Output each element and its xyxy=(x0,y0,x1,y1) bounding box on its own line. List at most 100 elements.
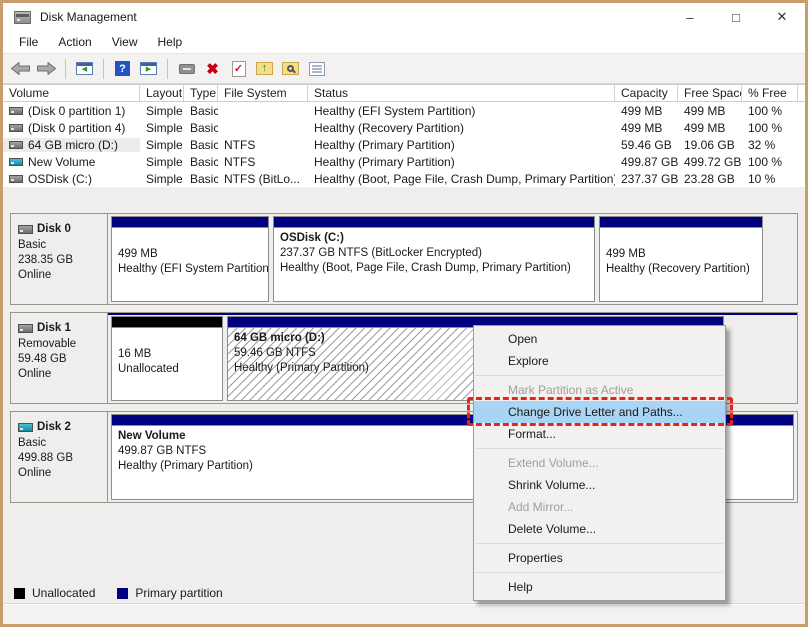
volume-file-system: NTFS (BitLo... xyxy=(224,171,301,186)
volume-capacity: 499 MB xyxy=(621,120,663,135)
column-header-type[interactable]: Type xyxy=(184,85,218,101)
partition-size: 499 MB xyxy=(118,248,158,260)
delete-cross-icon[interactable]: ✖ xyxy=(202,58,223,79)
volume-layout: Simple xyxy=(146,103,183,118)
menu-action[interactable]: Action xyxy=(48,33,101,51)
table-row-new-volume[interactable]: New Volume Simple Basic NTFS Healthy (Pr… xyxy=(3,153,805,170)
partition-osdisk-c[interactable]: OSDisk (C:) 237.37 GB NTFS (BitLocker En… xyxy=(273,216,595,302)
document-check-icon[interactable]: ✓ xyxy=(228,58,249,79)
volume-layout: Simple xyxy=(146,171,183,186)
column-header-layout[interactable]: Layout xyxy=(140,85,184,101)
menu-item-open[interactable]: Open xyxy=(474,328,725,350)
menu-help[interactable]: Help xyxy=(148,33,193,51)
title-bar: Disk Management – □ ✕ xyxy=(3,3,805,31)
table-row-disk0-partition4[interactable]: (Disk 0 partition 4) Simple Basic Health… xyxy=(3,119,805,136)
volume-status: Healthy (Primary Partition) xyxy=(314,137,455,152)
volume-name: (Disk 0 partition 1) xyxy=(28,103,126,118)
disk-2-label[interactable]: Disk 2 Basic 499.88 GB Online xyxy=(11,412,108,502)
folder-up-icon[interactable]: ↑ xyxy=(254,58,275,79)
table-row-64gb-micro[interactable]: 64 GB micro (D:) Simple Basic NTFS Healt… xyxy=(3,136,805,153)
menu-separator xyxy=(476,543,723,544)
column-header-capacity[interactable]: Capacity xyxy=(615,85,678,101)
partition-size: 499 MB xyxy=(606,248,646,260)
callout-icon[interactable] xyxy=(176,58,197,79)
forward-arrow-icon[interactable] xyxy=(36,58,57,79)
column-header-volume[interactable]: Volume xyxy=(3,85,140,101)
column-header-pct-free[interactable]: % Free xyxy=(742,85,798,101)
partition-recovery[interactable]: 499 MB Healthy (Recovery Partition) xyxy=(599,216,763,302)
menu-item-add-mirror: Add Mirror... xyxy=(508,500,574,514)
disk-size: 238.35 GB xyxy=(18,254,73,266)
close-button[interactable]: ✕ xyxy=(759,3,805,31)
column-header-free-space[interactable]: Free Space xyxy=(678,85,742,101)
table-row-disk0-partition1[interactable]: (Disk 0 partition 1) Simple Basic Health… xyxy=(3,102,805,119)
volume-icon xyxy=(9,106,23,115)
menu-item-label: Change Drive Letter and Paths... xyxy=(508,405,683,419)
window-controls: – □ ✕ xyxy=(667,3,805,31)
menu-item-mark-partition-active: Mark Partition as Active xyxy=(508,383,634,397)
disk-size: 59.48 GB xyxy=(18,353,67,365)
disk-icon xyxy=(18,225,33,234)
partition-status: Healthy (EFI System Partition) xyxy=(118,263,268,275)
menu-view[interactable]: View xyxy=(102,33,148,51)
partition-status: Unallocated xyxy=(118,363,179,375)
checklist-icon[interactable] xyxy=(306,58,327,79)
unallocated-swatch xyxy=(14,587,25,599)
status-bar xyxy=(3,604,805,624)
volume-name: OSDisk (C:) xyxy=(28,171,92,186)
column-header-file-system[interactable]: File System xyxy=(218,85,308,101)
disk-1-label[interactable]: Disk 1 Removable 59.48 GB Online xyxy=(11,313,108,403)
menu-item-help[interactable]: Help xyxy=(474,576,725,598)
legend-label: Primary partition xyxy=(135,586,223,600)
menu-item-change-drive-letter[interactable]: Change Drive Letter and Paths... xyxy=(467,397,733,426)
disk-0-label[interactable]: Disk 0 Basic 238.35 GB Online xyxy=(11,214,108,304)
menu-item-format[interactable]: Format... xyxy=(474,423,725,445)
volume-type: Basic xyxy=(190,103,218,118)
partition-status: Healthy (Recovery Partition) xyxy=(606,263,750,275)
volume-name: New Volume xyxy=(28,154,96,169)
partition-unallocated-16mb[interactable]: 16 MB Unallocated xyxy=(111,316,223,401)
console-window-icon[interactable]: ◀ xyxy=(74,58,95,79)
disk-state: Online xyxy=(18,368,52,380)
unallocated-band xyxy=(112,317,222,328)
menu-item-explore[interactable]: Explore xyxy=(474,350,725,372)
volume-name: (Disk 0 partition 4) xyxy=(28,120,126,135)
partition-efi-system[interactable]: 499 MB Healthy (EFI System Partition) xyxy=(111,216,269,302)
volume-table: Volume Layout Type File System Status Ca… xyxy=(3,84,805,187)
maximize-button[interactable]: □ xyxy=(713,3,759,31)
window-title: Disk Management xyxy=(40,10,137,24)
volume-table-header: Volume Layout Type File System Status Ca… xyxy=(3,84,805,102)
volume-type: Basic xyxy=(190,120,218,135)
menu-item-shrink-volume[interactable]: Shrink Volume... xyxy=(474,474,725,496)
console-play-window-icon[interactable]: ▶ xyxy=(138,58,159,79)
disk-kind: Basic xyxy=(18,437,47,449)
menu-item-delete-volume[interactable]: Delete Volume... xyxy=(474,518,725,540)
disk-name: Disk 0 xyxy=(37,223,71,235)
disk-state: Online xyxy=(18,467,52,479)
volume-layout: Simple xyxy=(146,120,183,135)
toolbar-separator xyxy=(103,58,104,79)
disk-icon xyxy=(18,423,33,432)
back-arrow-icon[interactable] xyxy=(10,58,31,79)
menu-bar: File Action View Help xyxy=(3,31,805,53)
volume-file-system: NTFS xyxy=(224,137,256,152)
table-row-osdisk[interactable]: OSDisk (C:) Simple Basic NTFS (BitLo... … xyxy=(3,170,805,187)
help-icon[interactable]: ? xyxy=(112,58,133,79)
partition-size: 16 MB xyxy=(118,348,152,360)
primary-partition-band xyxy=(600,217,762,228)
volume-free-space: 499.72 GB xyxy=(684,154,742,169)
volume-pct-free: 100 % xyxy=(748,120,783,135)
volume-icon xyxy=(9,157,23,166)
volume-icon xyxy=(9,140,23,149)
primary-partition-swatch xyxy=(117,587,129,599)
volume-capacity: 499.87 GB xyxy=(621,154,678,169)
column-header-status[interactable]: Status xyxy=(308,85,615,101)
menu-file[interactable]: File xyxy=(9,33,48,51)
volume-type: Basic xyxy=(190,154,218,169)
volume-icon xyxy=(9,123,23,132)
minimize-button[interactable]: – xyxy=(667,3,713,31)
folder-search-icon[interactable] xyxy=(280,58,301,79)
volume-pct-free: 10 % xyxy=(748,171,776,186)
menu-item-properties[interactable]: Properties xyxy=(474,547,725,569)
volume-free-space: 19.06 GB xyxy=(684,137,735,152)
